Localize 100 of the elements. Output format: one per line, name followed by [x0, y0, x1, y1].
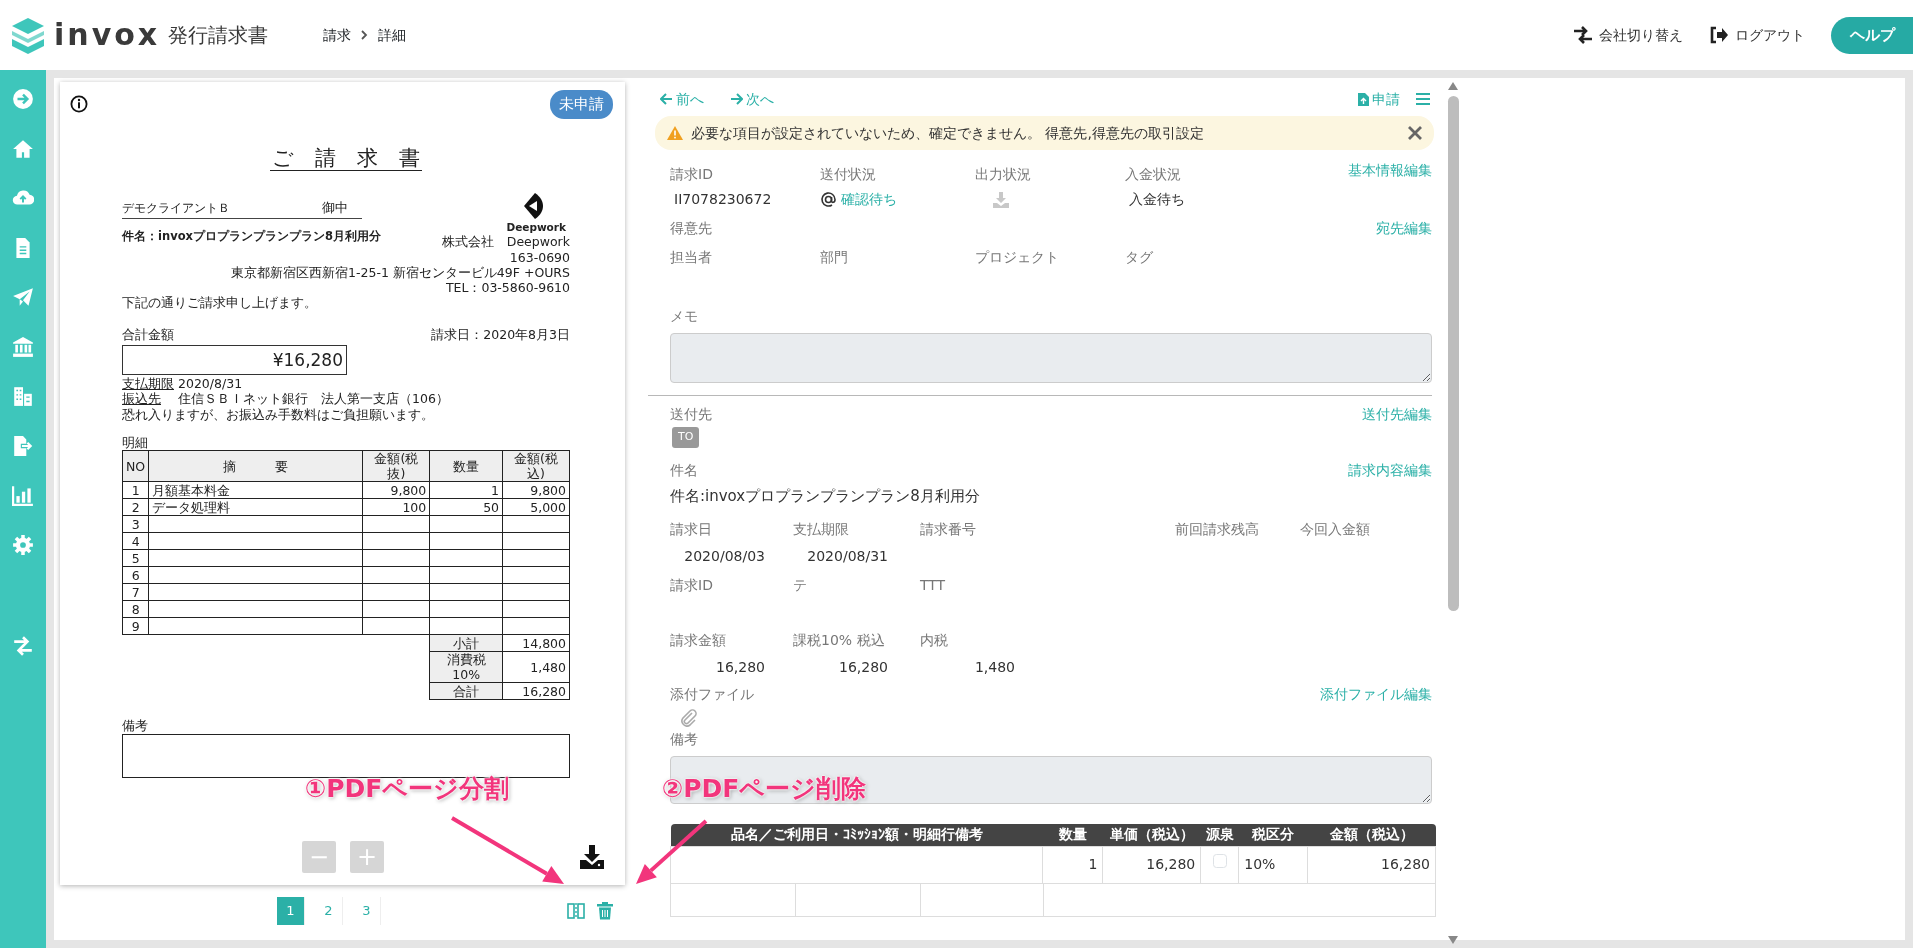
field-value: 1,480	[973, 658, 1015, 677]
table-cell: 16,280	[1307, 846, 1436, 883]
annotation-text: ①PDFページ分割	[305, 773, 510, 805]
company-logo-text: Deepwork	[505, 220, 566, 234]
field-label: タグ	[1125, 248, 1154, 267]
menu-icon[interactable]	[1416, 93, 1430, 105]
column-header: 源泉	[1200, 824, 1239, 846]
company-address: 東京都新宿区西新宿1-25-1 新宿センタービル49F +OURS	[230, 264, 570, 280]
honorific: 御中	[322, 200, 348, 216]
table-cell: 9	[122, 617, 149, 635]
memo-field[interactable]	[670, 333, 1432, 383]
table-header: 金額(税込)	[502, 450, 570, 482]
table-cell: 10%	[1238, 846, 1308, 883]
table-header: 金額(税抜)	[362, 450, 430, 482]
download-icon	[993, 192, 1009, 208]
column-header: 金額（税込）	[1307, 824, 1436, 846]
summary-value: 16,280	[502, 682, 570, 700]
apply-link[interactable]: 申請	[1358, 88, 1400, 110]
table-cell: 1	[429, 481, 503, 499]
field-value: 2020/08/03	[683, 547, 765, 566]
page-link[interactable]: 2	[315, 897, 343, 925]
detail-label: 明細	[122, 434, 149, 451]
field-label: 添付ファイル	[670, 685, 754, 704]
header-link[interactable]: 会社切り替え	[1573, 24, 1683, 46]
column-header: 数量	[1042, 824, 1103, 846]
total-amount-box: ¥16,280	[122, 344, 347, 375]
info-icon[interactable]	[70, 95, 88, 114]
checkbox[interactable]	[1212, 854, 1227, 868]
scroll-down-arrow-icon[interactable]	[1448, 936, 1458, 944]
paper-plane-icon[interactable]	[12, 286, 34, 308]
field-label: 備考	[670, 730, 698, 749]
breadcrumb-link[interactable]: 請求	[323, 24, 352, 46]
company-logo-icon	[521, 192, 545, 219]
split-pages-icon[interactable]	[567, 902, 585, 920]
bar-chart-icon[interactable]	[12, 484, 34, 506]
table-cell: 4	[122, 532, 149, 550]
table-cell: 5,000	[502, 498, 570, 516]
edit-link[interactable]: 宛先編集	[1376, 218, 1432, 239]
subject-value: 件名:invoxプロプランプランプラン8月利用分	[670, 485, 981, 507]
due-date-label: 支払期限	[122, 375, 175, 392]
fee-note: 恐れ入りますが、お振込み手数料はご負担願います。	[122, 407, 435, 423]
remarks-label: 備考	[122, 718, 149, 734]
field-label: テ	[793, 576, 808, 595]
buildings-icon[interactable]	[12, 385, 34, 407]
close-icon[interactable]	[1408, 126, 1422, 140]
table-cell: データ処理料	[148, 498, 363, 516]
warning-icon	[667, 126, 683, 140]
field-label: メモ	[670, 307, 698, 326]
edit-link[interactable]: 送付先編集	[1362, 404, 1432, 425]
greeting-text: 下記の通りご請求申し上げます。	[122, 294, 318, 311]
file-upload-icon	[1358, 92, 1369, 106]
at-sign-icon	[820, 191, 837, 208]
settings-icon[interactable]	[12, 533, 34, 556]
arrow-left-icon	[660, 93, 673, 105]
field-label: 請求番号	[920, 520, 977, 539]
column-header: 税区分	[1238, 824, 1308, 846]
field-label: 入金状況	[1125, 165, 1182, 184]
column-header: 単価（税込）	[1102, 824, 1201, 846]
file-export-icon[interactable]	[12, 434, 34, 457]
trash-icon[interactable]	[597, 902, 613, 920]
table-cell: 6	[122, 566, 149, 584]
page-link[interactable]: 3	[353, 897, 381, 925]
status-link[interactable]: 確認待ち	[841, 189, 897, 210]
annotation-text: ②PDFページ削除	[662, 773, 867, 805]
table-cell: 50	[429, 498, 503, 516]
field-label: 送付状況	[820, 165, 877, 184]
company-tel: TEL：03-5860-9610	[444, 279, 570, 295]
breadcrumb-link[interactable]: 詳細	[378, 24, 407, 46]
total-label: 合計金額	[122, 327, 174, 343]
edit-link[interactable]: 基本情報編集	[1348, 160, 1432, 181]
edit-link[interactable]: 請求内容編集	[1348, 459, 1432, 481]
table-header: NO	[122, 450, 149, 482]
swap-arrows-icon[interactable]	[12, 635, 34, 657]
bank-label: 振込先	[122, 391, 162, 407]
field-label: TTT	[920, 576, 947, 595]
scroll-up-arrow-icon[interactable]	[1448, 82, 1458, 90]
field-value: 2020/08/31	[806, 547, 888, 566]
bank-icon[interactable]	[12, 335, 34, 358]
summary-value: 14,800	[502, 634, 570, 652]
download-icon[interactable]	[579, 844, 605, 870]
column-header: 品名／ご利用日・ｺﾐｯｼｮﾝ額・明細行備考	[670, 824, 1043, 846]
arrow-circle-icon[interactable]	[12, 88, 34, 110]
field-label: 部門	[820, 248, 849, 267]
document-subject: 件名：invoxプロプランプランプラン8月利用分	[122, 228, 381, 244]
previous-link[interactable]: 前へ	[660, 88, 704, 110]
field-label: 得意先	[670, 219, 712, 238]
company-postal: 163-0690	[508, 249, 570, 265]
field-label: 出力状況	[975, 165, 1032, 184]
swap-arrows-icon	[1573, 26, 1593, 44]
edit-link[interactable]: 添付ファイル編集	[1320, 684, 1432, 705]
header-link[interactable]: ログアウト	[1709, 24, 1805, 46]
field-label: 請求ID	[670, 576, 714, 595]
document-title: ご 請 求 書	[270, 145, 422, 171]
field-label: 請求日	[670, 520, 713, 539]
next-link[interactable]: 次へ	[730, 88, 774, 110]
page-link[interactable]: 1	[277, 897, 305, 925]
logo-text: invox	[54, 20, 161, 50]
help-button[interactable]: ヘルプ	[1831, 16, 1913, 54]
scrollbar-thumb[interactable]	[1447, 96, 1459, 611]
recipient-tag: TO	[672, 427, 700, 448]
